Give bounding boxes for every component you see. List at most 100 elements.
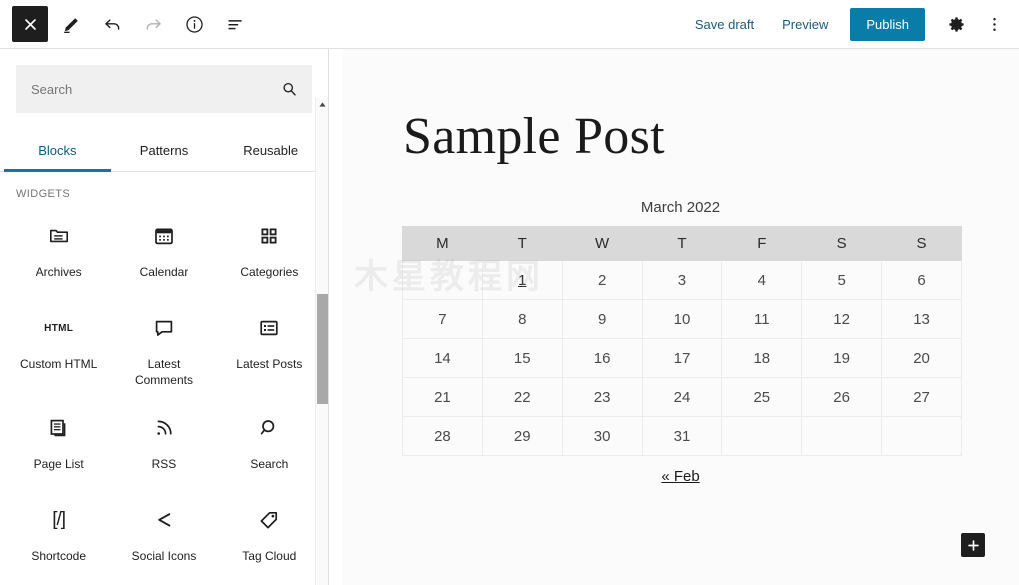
share-icon bbox=[152, 508, 176, 532]
tab-patterns[interactable]: Patterns bbox=[111, 129, 218, 171]
tag-icon bbox=[257, 508, 281, 532]
calendar-day-cell: 2 bbox=[562, 261, 642, 300]
widget-label: Social Icons bbox=[132, 548, 197, 564]
widget-item-archives[interactable]: Archives bbox=[6, 206, 111, 298]
widget-item-latest-comments[interactable]: Latest Comments bbox=[111, 298, 216, 398]
calendar-day-cell: 10 bbox=[642, 300, 722, 339]
undo-icon bbox=[102, 14, 123, 35]
widget-item-calendar[interactable]: Calendar bbox=[111, 206, 216, 298]
comment-bubble-icon bbox=[152, 316, 176, 340]
calendar-day-cell bbox=[882, 417, 962, 456]
widget-item-search[interactable]: Search bbox=[217, 398, 322, 490]
close-icon bbox=[23, 17, 38, 32]
calendar-table: M T W T F S S 1 2 3 4 bbox=[402, 226, 962, 456]
calendar-nav: « Feb bbox=[402, 468, 959, 485]
scroll-up-arrow-icon[interactable] bbox=[316, 98, 329, 111]
tab-reusable[interactable]: Reusable bbox=[217, 129, 324, 171]
scrollbar-thumb[interactable] bbox=[317, 294, 328, 404]
inserter-search-wrap bbox=[0, 49, 328, 129]
widget-label: Latest Comments bbox=[121, 356, 207, 388]
calendar-day-cell: 15 bbox=[482, 339, 562, 378]
weekday-header: T bbox=[482, 227, 562, 261]
calendar-week-row: 28 29 30 31 bbox=[403, 417, 962, 456]
widget-label: Latest Posts bbox=[236, 356, 302, 372]
more-options-button[interactable] bbox=[977, 7, 1011, 41]
plus-icon bbox=[967, 539, 980, 552]
weekday-header: S bbox=[882, 227, 962, 261]
calendar-day-link[interactable]: 1 bbox=[518, 272, 526, 289]
add-block-button[interactable] bbox=[961, 533, 985, 557]
calendar-block[interactable]: 木星教程网 March 2022 M T W T F S S bbox=[342, 199, 1019, 485]
inserter-scrollbar[interactable] bbox=[315, 98, 328, 585]
calendar-head: M T W T F S S bbox=[403, 227, 962, 261]
list-view-button[interactable] bbox=[217, 6, 253, 42]
widget-label: Archives bbox=[36, 264, 82, 280]
widget-item-tag-cloud[interactable]: Tag Cloud bbox=[217, 490, 322, 582]
calendar-day-cell: 30 bbox=[562, 417, 642, 456]
widget-label: Calendar bbox=[140, 264, 189, 280]
widget-label: RSS bbox=[152, 456, 177, 472]
calendar-day-cell: 24 bbox=[642, 378, 722, 417]
calendar-day-cell: 8 bbox=[482, 300, 562, 339]
grid-squares-icon bbox=[257, 224, 281, 248]
calendar-day-cell: 27 bbox=[882, 378, 962, 417]
tab-blocks[interactable]: Blocks bbox=[4, 129, 111, 171]
calendar-caption: March 2022 bbox=[402, 199, 959, 216]
undo-button[interactable] bbox=[94, 6, 130, 42]
calendar-day-cell bbox=[403, 261, 483, 300]
preview-button[interactable]: Preview bbox=[770, 9, 840, 40]
widget-label: Tag Cloud bbox=[242, 548, 296, 564]
widget-item-page-list[interactable]: Page List bbox=[6, 398, 111, 490]
calendar-day-cell: 29 bbox=[482, 417, 562, 456]
widget-label: Categories bbox=[240, 264, 298, 280]
search-icon bbox=[257, 416, 281, 440]
widgets-grid: Archives bbox=[0, 206, 328, 582]
calendar-day-cell: 26 bbox=[802, 378, 882, 417]
page-title[interactable]: Sample Post bbox=[342, 49, 1019, 163]
edit-pencil-button[interactable] bbox=[53, 6, 89, 42]
calendar-day-cell: 16 bbox=[562, 339, 642, 378]
search-box[interactable] bbox=[16, 65, 312, 113]
widget-item-categories[interactable]: Categories bbox=[217, 206, 322, 298]
widget-item-rss[interactable]: RSS bbox=[111, 398, 216, 490]
widget-item-custom-html[interactable]: HTML Custom HTML bbox=[6, 298, 111, 398]
close-editor-button[interactable] bbox=[12, 6, 48, 42]
calendar-day-cell: 9 bbox=[562, 300, 642, 339]
list-box-icon bbox=[257, 316, 281, 340]
info-icon bbox=[184, 14, 205, 35]
calendar-body: 1 2 3 4 5 6 7 8 9 10 11 12 13 bbox=[403, 261, 962, 456]
details-info-button[interactable] bbox=[176, 6, 212, 42]
calendar-week-row: 7 8 9 10 11 12 13 bbox=[403, 300, 962, 339]
inserter-tabs: Blocks Patterns Reusable bbox=[0, 129, 328, 172]
save-draft-button[interactable]: Save draft bbox=[683, 9, 766, 40]
widgets-section-label: WIDGETS bbox=[0, 172, 328, 206]
widget-label: Search bbox=[250, 456, 288, 472]
weekday-header: W bbox=[562, 227, 642, 261]
calendar-day-cell-today[interactable]: 1 bbox=[482, 261, 562, 300]
redo-icon bbox=[143, 14, 164, 35]
toolbar-right-group: Save draft Preview Publish bbox=[683, 7, 1019, 41]
redo-button[interactable] bbox=[135, 6, 171, 42]
search-input[interactable] bbox=[17, 66, 311, 112]
widget-label: Custom HTML bbox=[20, 356, 97, 372]
calendar-day-cell: 22 bbox=[482, 378, 562, 417]
calendar-day-cell bbox=[802, 417, 882, 456]
calendar-week-row: 21 22 23 24 25 26 27 bbox=[403, 378, 962, 417]
calendar-day-cell: 7 bbox=[403, 300, 483, 339]
weekday-header: F bbox=[722, 227, 802, 261]
calendar-day-cell: 14 bbox=[403, 339, 483, 378]
publish-button[interactable]: Publish bbox=[850, 8, 925, 41]
widget-item-shortcode[interactable]: [/] Shortcode bbox=[6, 490, 111, 582]
calendar-day-cell: 6 bbox=[882, 261, 962, 300]
calendar-day-cell: 3 bbox=[642, 261, 722, 300]
settings-button[interactable] bbox=[939, 7, 973, 41]
calendar-day-cell: 5 bbox=[802, 261, 882, 300]
calendar-day-cell: 17 bbox=[642, 339, 722, 378]
calendar-day-cell: 12 bbox=[802, 300, 882, 339]
prev-month-link[interactable]: « Feb bbox=[661, 468, 699, 485]
calendar-day-cell: 20 bbox=[882, 339, 962, 378]
widget-item-social-icons[interactable]: Social Icons bbox=[111, 490, 216, 582]
widget-item-latest-posts[interactable]: Latest Posts bbox=[217, 298, 322, 398]
widget-label: Page List bbox=[34, 456, 84, 472]
editor-canvas: Sample Post 木星教程网 March 2022 M T W T F S… bbox=[342, 49, 1019, 585]
